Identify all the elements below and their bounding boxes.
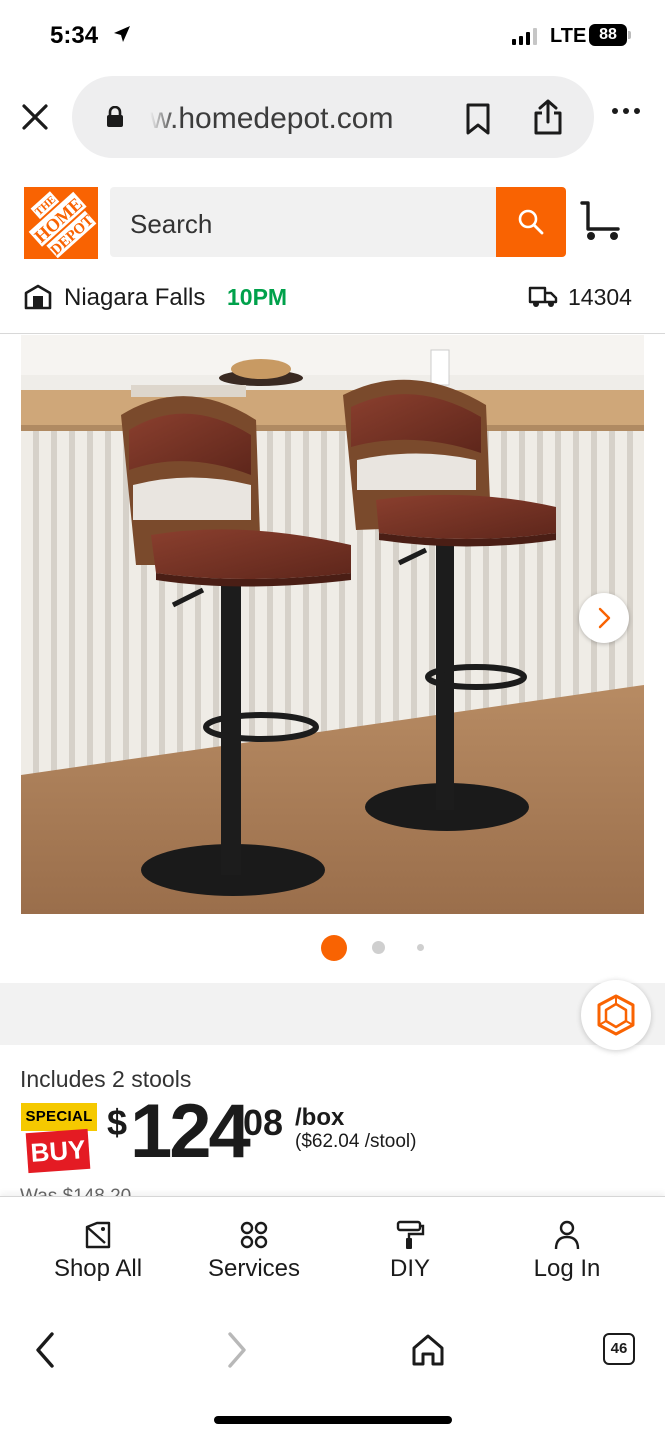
- price-cents: 08: [243, 1102, 284, 1143]
- visual-search-button[interactable]: [581, 980, 651, 1050]
- nav-services[interactable]: Services: [184, 1219, 324, 1283]
- url-fade: [150, 98, 176, 138]
- search-button[interactable]: [496, 187, 566, 257]
- nav-diy[interactable]: DIY: [340, 1219, 480, 1283]
- price-dollars: 124: [130, 1089, 251, 1174]
- nav-label: Log In: [533, 1255, 601, 1282]
- delivery-truck-icon: [528, 286, 558, 307]
- store-hours: 10PM: [227, 284, 288, 310]
- was-price: Was $148.20: [20, 1186, 131, 1196]
- search-placeholder: Search: [130, 209, 213, 239]
- store-row[interactable]: Niagara Falls 10PM 14304: [0, 278, 665, 318]
- search-input[interactable]: Search: [110, 187, 496, 257]
- carousel-dot[interactable]: [417, 944, 424, 951]
- nav-log-in[interactable]: Log In: [497, 1219, 637, 1283]
- hexagon-icon: [597, 994, 635, 1036]
- forward-icon[interactable]: [222, 1330, 252, 1370]
- share-icon[interactable]: [532, 98, 564, 136]
- nav-label: Shop All: [53, 1255, 143, 1282]
- close-icon[interactable]: [18, 100, 52, 134]
- status-bar: 5:34 LTE 88: [0, 0, 665, 70]
- special-buy-badge: SPECIAL BUY: [21, 1103, 97, 1174]
- delivery-zip[interactable]: 14304: [568, 284, 632, 311]
- product-image[interactable]: [21, 335, 644, 914]
- bookmark-icon[interactable]: [464, 102, 492, 136]
- nav-label: DIY: [389, 1255, 430, 1282]
- tabs-button[interactable]: 46: [603, 1333, 635, 1365]
- carousel-dot[interactable]: [372, 941, 385, 954]
- site-header: THE HOME DEPOT Search: [0, 185, 665, 260]
- network-type: LTE: [550, 25, 587, 47]
- location-arrow-icon: [114, 26, 130, 42]
- store-name[interactable]: Niagara Falls: [64, 284, 205, 312]
- cell-signal-icon: [512, 28, 537, 45]
- logo-graphic: THE HOME DEPOT: [24, 187, 98, 259]
- badge-bottom-text: BUY: [25, 1128, 91, 1174]
- status-time: 5:34: [50, 22, 99, 49]
- carousel-dots: [0, 935, 665, 961]
- person-icon: [554, 1220, 580, 1250]
- home-icon[interactable]: [408, 1330, 448, 1370]
- tag-box-icon: [85, 1221, 111, 1249]
- price-unit: /box: [295, 1104, 345, 1131]
- badge-top-text: SPECIAL: [21, 1103, 97, 1131]
- battery-level: 88: [589, 24, 627, 46]
- home-depot-logo[interactable]: THE HOME DEPOT: [24, 187, 98, 259]
- search-icon: [518, 209, 544, 235]
- chevron-right-icon: [598, 607, 611, 629]
- bottom-nav: Shop All Services DIY Log In: [0, 1196, 665, 1306]
- price-per-item: ($62.04 /stool): [295, 1131, 417, 1152]
- nav-label: Services: [207, 1255, 301, 1282]
- address-bar[interactable]: w.homedepot.com: [72, 76, 594, 158]
- section-separator: [0, 983, 665, 1045]
- browser-bar: w.homedepot.com: [0, 70, 665, 165]
- paint-roller-icon: [396, 1220, 425, 1249]
- cart-icon[interactable]: [578, 199, 624, 243]
- nav-shop-all[interactable]: Shop All: [28, 1219, 168, 1283]
- bar-stools-illustration: [21, 335, 644, 914]
- back-icon[interactable]: [30, 1330, 60, 1370]
- battery-tip: [628, 31, 631, 39]
- url-text: w.homedepot.com: [150, 102, 394, 135]
- home-indicator: [214, 1416, 452, 1424]
- price-symbol: $: [107, 1102, 128, 1143]
- header-divider: [0, 333, 665, 334]
- lock-icon: [107, 106, 123, 127]
- next-image-button[interactable]: [579, 593, 629, 643]
- carousel-dot-active[interactable]: [321, 935, 347, 961]
- more-icon[interactable]: [612, 108, 640, 114]
- grid-circles-icon: [240, 1221, 268, 1249]
- store-icon: [24, 284, 52, 310]
